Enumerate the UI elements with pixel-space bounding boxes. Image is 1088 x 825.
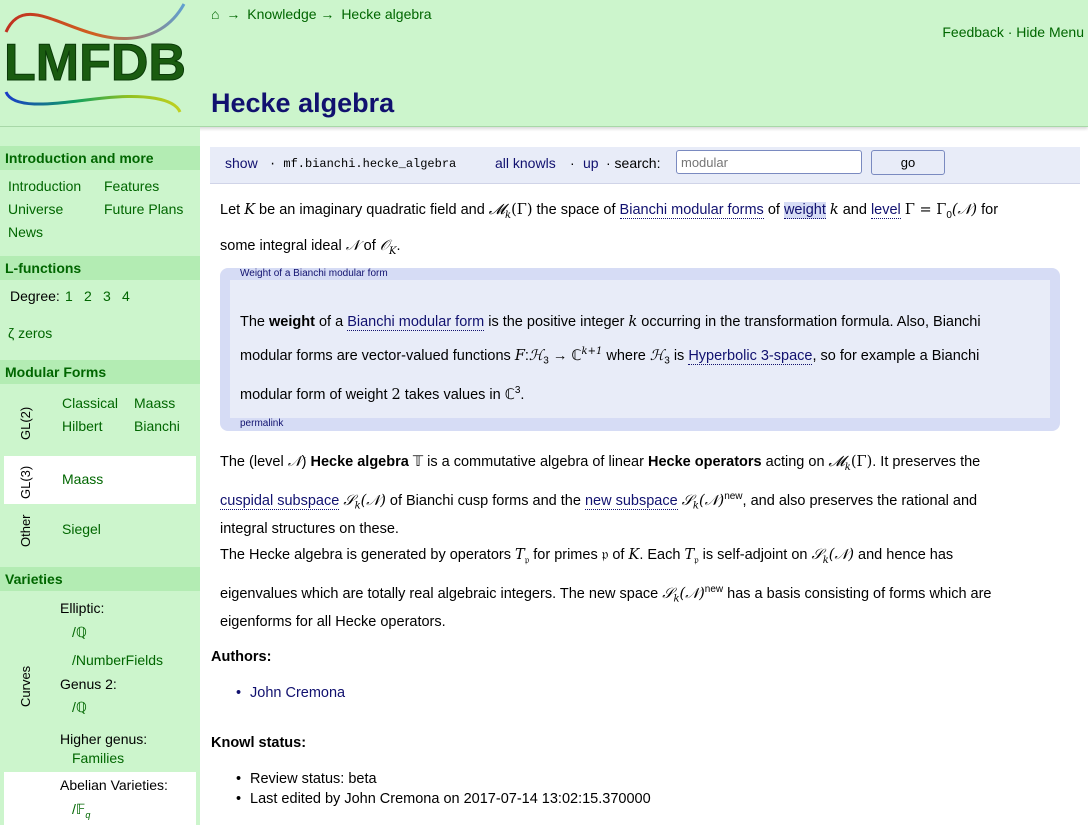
breadcrumb-hecke-algebra[interactable]: Hecke algebra [341,6,431,22]
zeta-zeros-link[interactable]: ζ zeros [8,325,52,341]
sidebar-item-classical[interactable]: Classical [62,395,118,411]
abelian-label: Abelian Varieties: [60,777,168,793]
genus2-label: Genus 2: [60,676,117,692]
search-label: · search: [606,155,661,171]
cuspidal-subspace-link[interactable]: cuspidal subspace [220,492,340,510]
curves-label: Curves [18,665,33,707]
knowl-id: · mf.bianchi.hecke_algebra [269,157,457,171]
weight-link[interactable]: weight [783,202,826,219]
other-label: Other [18,514,33,547]
families-link[interactable]: Families [72,750,124,766]
show-link[interactable]: show [225,155,258,171]
sidebar-item-future-plans[interactable]: Future Plans [104,201,183,217]
degree-label: Degree: [10,288,60,304]
sidebar-item-siegel[interactable]: Siegel [62,521,101,537]
gl3-label: GL(3) [18,465,33,499]
hyperbolic-3-space-link[interactable]: Hyperbolic 3-space [688,347,813,365]
sidebar-heading-modular-forms[interactable]: Modular Forms [0,360,200,384]
top-links-separator: · [1007,24,1013,40]
top-links: Feedback · Hide Menu [942,24,1084,40]
knowlbar-dot: · [570,155,575,171]
hecke-algebra-paragraph: The (level 𝒩) Hecke algebra 𝕋 is a commu… [220,454,981,537]
search-input[interactable] [676,150,862,174]
sidebar-item-hilbert[interactable]: Hilbert [62,418,102,434]
authors-heading: Authors: [211,649,272,665]
breadcrumb-separator: → [320,6,335,22]
breadcrumb-knowledge[interactable]: Knowledge [247,6,316,22]
last-edited: Last edited by John Cremona on 2017-07-1… [236,791,651,807]
feedback-link[interactable]: Feedback [942,24,1003,40]
bianchi-modular-forms-link[interactable]: Bianchi modular forms [619,202,764,219]
permalink-link[interactable]: permalink [240,418,283,429]
breadcrumb: ⌂ → Knowledge → Hecke algebra [211,6,432,22]
sidebar-heading-lfunctions[interactable]: L-functions [0,256,200,280]
elliptic-q-link[interactable]: /ℚ [72,624,87,641]
abelian-fq-text: /𝔽 [72,801,86,817]
sidebar-item-bianchi[interactable]: Bianchi [134,418,180,434]
knowl-toolbar: show · mf.bianchi.hecke_algebra all know… [210,147,1080,184]
all-knowls-link[interactable]: all knowls [495,155,556,171]
knowl-popup-title[interactable]: Weight of a Bianchi modular form [240,268,388,279]
sidebar-heading-intro[interactable]: Introduction and more [0,146,200,170]
elliptic-numberfields-link[interactable]: /NumberFields [72,652,163,668]
level-link[interactable]: level [870,202,901,219]
new-subspace-link[interactable]: new subspace [584,492,678,510]
review-status: Review status: beta [236,771,376,787]
breadcrumb-separator: → [226,6,241,22]
sidebar-heading-varieties[interactable]: Varieties [0,567,200,591]
sidebar-item-maass-gl3[interactable]: Maass [62,471,103,487]
sidebar-item-universe[interactable]: Universe [8,201,63,217]
hide-menu-link[interactable]: Hide Menu [1016,24,1084,40]
intro-paragraph: Let K be an imaginary quadratic field an… [220,202,999,257]
svg-text:LMFDB: LMFDB [4,34,186,92]
genus2-q-link[interactable]: /ℚ [72,699,87,716]
knowl-popup-text: The weight of a Bianchi modular form is … [240,314,981,403]
degree-3-link[interactable]: 3 [103,288,111,304]
sidebar-item-introduction[interactable]: Introduction [8,178,81,194]
gl2-label: GL(2) [18,406,33,440]
weight-knowl-popup: Weight of a Bianchi modular form The wei… [220,268,1060,431]
generators-paragraph: The Hecke algebra is generated by operat… [220,547,992,630]
sidebar-item-maass-gl2[interactable]: Maass [134,395,175,411]
higher-genus-label: Higher genus: [60,731,148,747]
degree-2-link[interactable]: 2 [84,288,92,304]
go-button[interactable]: go [871,150,945,175]
knowl-status-heading: Knowl status: [211,735,307,751]
elliptic-label: Elliptic: [60,600,105,616]
lmfdb-logo[interactable]: LMFDB [4,2,200,114]
sidebar-item-features[interactable]: Features [104,178,159,194]
degree-4-link[interactable]: 4 [122,288,130,304]
sidebar: Introduction and more Introduction Featu… [0,127,200,825]
abelian-fq-sub: q [85,809,91,820]
author-link[interactable]: John Cremona [236,685,345,701]
up-link[interactable]: up [583,155,599,171]
abelian-fq-link[interactable]: /𝔽q [72,801,90,820]
sidebar-item-news[interactable]: News [8,224,43,240]
knowl-content: Let K be an imaginary quadratic field an… [220,195,1060,267]
page-title: Hecke algebra [211,88,395,118]
home-icon[interactable]: ⌂ [211,6,219,22]
header: LMFDB ⌂ → Knowledge → Hecke algebra Heck… [0,0,1088,127]
bianchi-modular-form-link[interactable]: Bianchi modular form [347,314,485,331]
degree-1-link[interactable]: 1 [65,288,73,304]
